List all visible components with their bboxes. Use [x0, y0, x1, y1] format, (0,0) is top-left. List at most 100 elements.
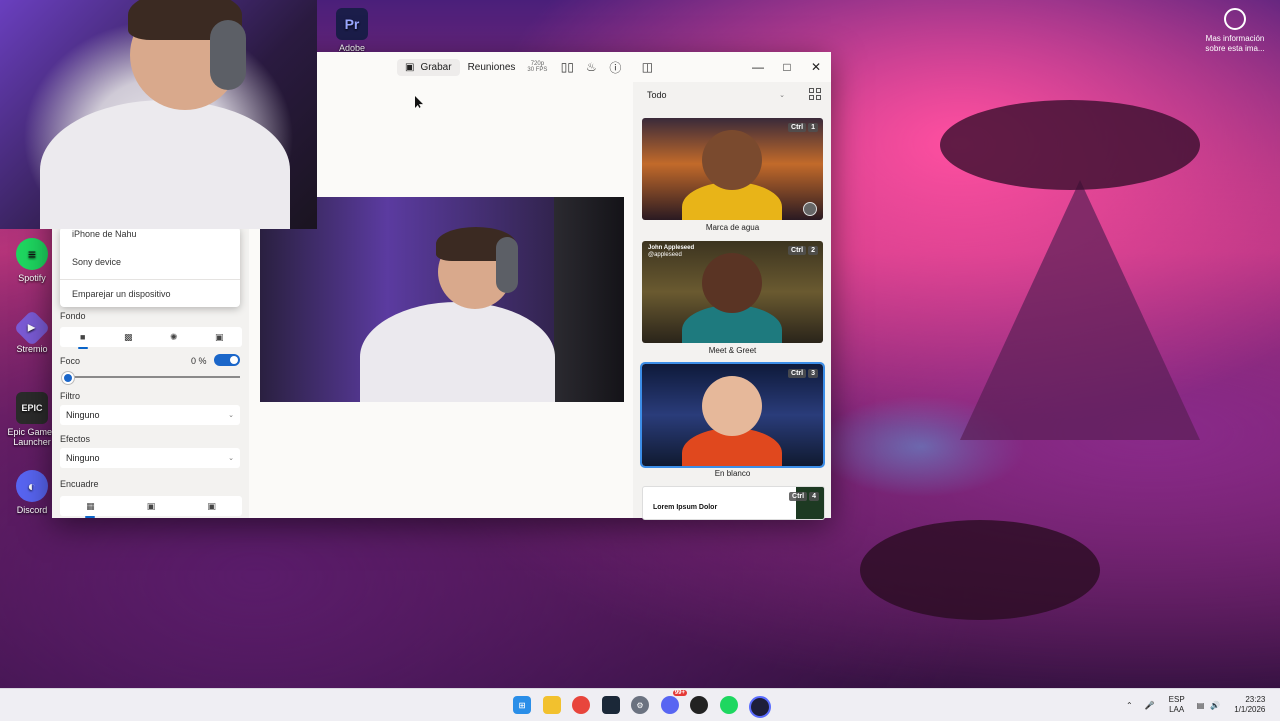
- meetings-label: Reuniones: [467, 61, 516, 73]
- focus-slider-thumb[interactable]: [62, 372, 74, 384]
- background-none-option[interactable]: ■: [60, 327, 106, 349]
- scene-person-head: [702, 130, 762, 190]
- device-option[interactable]: Sony device: [72, 257, 121, 267]
- steam-icon[interactable]: [602, 696, 620, 714]
- discord-icon: ◐: [16, 470, 48, 502]
- frame-icon: ▦: [86, 500, 95, 511]
- camera-app-taskbar-icon[interactable]: [749, 696, 771, 718]
- chevron-down-icon: ⌄: [779, 92, 785, 99]
- record-icon: ▣: [405, 61, 415, 73]
- focus-toggle[interactable]: [214, 354, 240, 366]
- keyboard-layout: LAA: [1169, 705, 1185, 714]
- chevron-up-icon[interactable]: ⌃: [1126, 701, 1133, 710]
- device-option[interactable]: iPhone de Nahu: [72, 229, 137, 239]
- settings-gear-icon[interactable]: ⚙: [631, 696, 649, 714]
- divider: [60, 279, 240, 280]
- meetings-button[interactable]: Reuniones: [460, 59, 524, 76]
- blur-icon: ▩: [123, 331, 133, 342]
- grid-view-icon[interactable]: [809, 88, 821, 100]
- scene-filter-select[interactable]: Todo ⌄: [641, 86, 791, 104]
- filter-select[interactable]: Ninguno ⌄: [60, 405, 240, 425]
- scene-filter-value: Todo: [647, 90, 667, 100]
- clock-time: 23:23: [1245, 695, 1266, 704]
- fps-value: 30 FPS: [527, 67, 548, 73]
- scene-thumbnail-meet-greet[interactable]: John Appleseed @appleseed Ctrl 2: [642, 241, 823, 343]
- slide-title: Lorem Ipsum Dolor: [653, 504, 718, 511]
- clock[interactable]: 23:23 1/1/2026: [1234, 695, 1265, 715]
- close-button[interactable]: ✕: [801, 52, 831, 82]
- scene-name: Meet & Greet: [708, 346, 757, 355]
- watermark-avatar-icon: [803, 202, 817, 216]
- camera-info-icon: [1224, 8, 1246, 30]
- background-selector: ■ ▩ ✺ ▣: [60, 327, 243, 349]
- background-blur-option[interactable]: ▩: [106, 327, 152, 347]
- webcam-person-shirt: [40, 100, 290, 229]
- scene-thumbnail-watermark[interactable]: Ctrl 1: [642, 118, 823, 220]
- person-icon: ▣: [214, 331, 224, 342]
- effects-value: Ninguno: [66, 453, 100, 463]
- webcam-overlay[interactable]: [0, 0, 317, 229]
- clock-date: 1/1/2026: [1234, 705, 1266, 714]
- chevron-down-icon: ⌄: [228, 455, 234, 462]
- device-dropdown: iPhone de Nahu Sony device Emparejar un …: [60, 227, 240, 307]
- scene-person-head: [702, 376, 762, 436]
- framing-option[interactable]: ▣: [121, 496, 182, 516]
- scene-person-head: [702, 253, 762, 313]
- pair-device-option[interactable]: Emparejar un dispositivo: [72, 289, 171, 299]
- spotify-icon: ≡: [16, 238, 48, 270]
- columns-icon[interactable]: ▯▯: [559, 59, 575, 75]
- wallpaper-rocks: [860, 520, 1100, 620]
- notification-badge: 99+: [672, 690, 687, 696]
- volume-icon[interactable]: 🔊: [1210, 701, 1220, 710]
- premiere-icon: Pr: [336, 8, 368, 40]
- scene-shortcut-badge: Ctrl 2: [788, 246, 818, 255]
- resolution-indicator[interactable]: 720p 30 FPS: [523, 61, 551, 73]
- scene-name: Marca de agua: [705, 223, 760, 232]
- frame-center-icon: ▣: [146, 500, 156, 511]
- bell-icon[interactable]: ♨: [583, 59, 599, 75]
- discord-taskbar-icon[interactable]: 99+: [661, 690, 687, 714]
- focus-value: 0 %: [191, 356, 207, 366]
- file-explorer-icon[interactable]: [543, 696, 561, 714]
- microphone-icon[interactable]: 🎤: [1145, 701, 1155, 710]
- wallpaper-tree: [940, 100, 1200, 190]
- preview-person-shirt: [360, 302, 555, 402]
- background-label: Fondo: [60, 311, 86, 321]
- stremio-icon: ▶: [13, 309, 51, 347]
- wallpaper-info-button[interactable]: Mas información sobre esta ima...: [1198, 8, 1272, 54]
- epic-games-icon: EPIC: [16, 392, 48, 424]
- language-indicator[interactable]: ESP LAA: [1169, 695, 1185, 715]
- framing-selector: ▦ ▣ ▣: [60, 496, 242, 518]
- frame-auto-icon: ▣: [207, 500, 216, 511]
- framing-option[interactable]: ▣: [181, 496, 242, 516]
- obs-icon[interactable]: [690, 696, 708, 714]
- spotify-taskbar-icon[interactable]: [720, 696, 738, 714]
- sidebar-toggle-icon[interactable]: ◫: [639, 59, 655, 75]
- scene-thumbnail-slide[interactable]: Lorem Ipsum Dolor Ctrl 4: [642, 486, 825, 520]
- portrait-icon: ■: [80, 332, 86, 342]
- start-windows-icon[interactable]: ⊞: [513, 696, 531, 714]
- framing-option[interactable]: ▦: [60, 496, 121, 518]
- record-label: Grabar: [420, 61, 452, 73]
- network-icon[interactable]: ▤: [1197, 701, 1205, 710]
- scene-shortcut-badge: Ctrl 1: [788, 123, 818, 132]
- scene-name-tag: John Appleseed @appleseed: [648, 245, 695, 258]
- system-tray: ⌃ 🎤 ESP LAA ▤ 🔊 23:23 1/1/2026: [1126, 689, 1265, 721]
- scene-thumbnail-blank[interactable]: Ctrl 3: [640, 362, 825, 468]
- effects-label: Efectos: [60, 434, 91, 444]
- scene-name: En blanco: [714, 469, 751, 478]
- chevron-down-icon: ⌄: [228, 412, 234, 419]
- effects-select[interactable]: Ninguno ⌄: [60, 448, 240, 468]
- record-button[interactable]: ▣ Grabar: [397, 58, 460, 76]
- focus-slider[interactable]: [66, 376, 240, 378]
- minimize-button[interactable]: —: [743, 52, 773, 82]
- scenes-panel: Todo ⌄ Ctrl 1 Marca de agua John Applesee…: [633, 82, 831, 520]
- sparkle-icon: ✺: [169, 331, 178, 342]
- background-effect-option[interactable]: ✺: [151, 327, 197, 347]
- background-replace-option[interactable]: ▣: [197, 327, 243, 347]
- help-icon[interactable]: ⓘ: [607, 59, 623, 75]
- taskbar: ⊞ ⚙ 99+ ⌃ 🎤 ESP LAA ▤ 🔊 23:23 1/1/2026: [0, 688, 1280, 721]
- chrome-icon[interactable]: [572, 696, 590, 714]
- preview-headphones: [496, 237, 518, 293]
- maximize-button[interactable]: □: [772, 52, 802, 82]
